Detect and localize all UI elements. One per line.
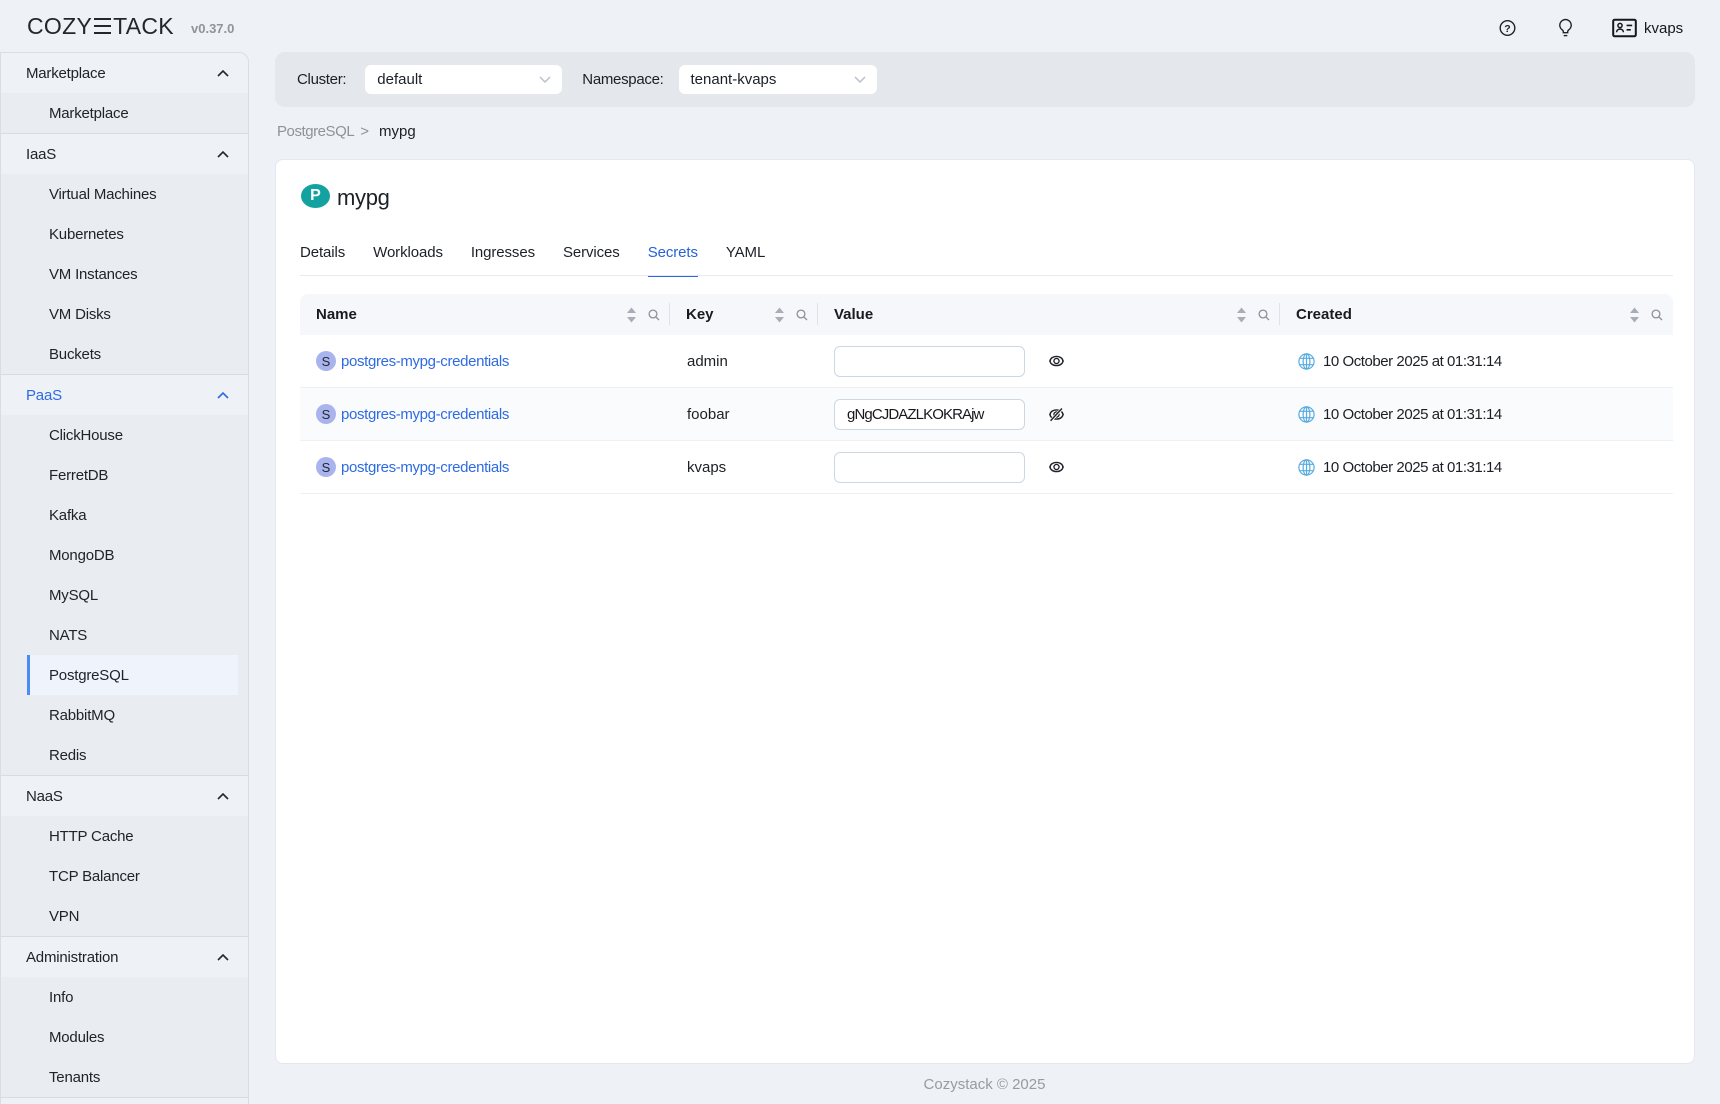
svg-text:?: ? (1504, 23, 1510, 35)
